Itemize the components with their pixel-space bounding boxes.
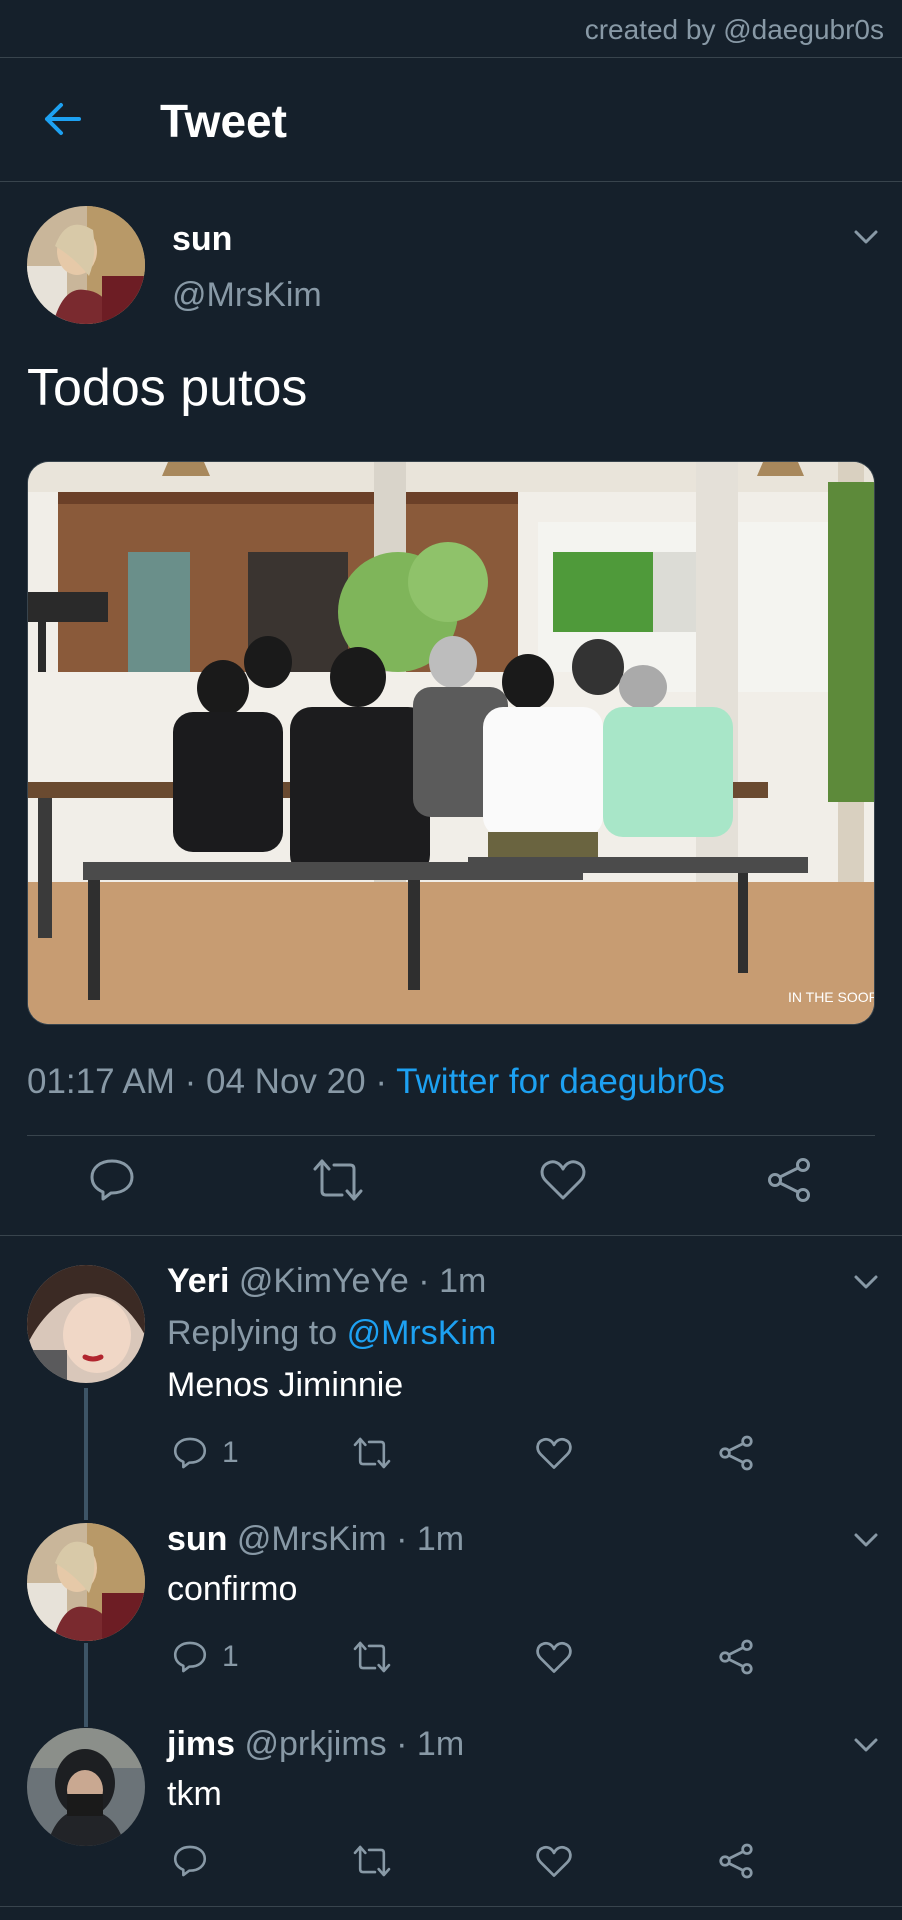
replying-to-mention[interactable]: @MrsKim [347,1314,497,1352]
reply-button[interactable] [88,1155,136,1205]
tweet-time: 01:17 AM [27,1062,175,1101]
tweet-menu-button[interactable] [848,1525,884,1555]
share-icon [719,1843,753,1879]
reply-button[interactable]: 1 [172,1632,239,1682]
tweet-meta: 01:17 AM · 04 Nov 20 · Twitter for daegu… [27,1062,725,1102]
arrow-left-icon [45,103,81,135]
reply-button[interactable]: 1 [172,1428,239,1478]
retweet-icon [353,1845,391,1877]
meta-separator: · [184,1062,197,1101]
reply-author-handle[interactable]: @MrsKim [237,1520,387,1558]
reply-count: 1 [222,1436,239,1469]
reply-actions: 1 [0,1632,902,1692]
tweet-text: Todos putos [27,359,308,417]
reply-actions [0,1836,902,1896]
divider [27,1135,875,1136]
retweet-button[interactable] [312,1155,364,1205]
heart-icon [536,1437,572,1469]
reply-age: 1m [416,1520,465,1558]
share-button[interactable] [718,1632,754,1682]
like-button[interactable] [540,1155,586,1205]
share-button[interactable] [766,1155,812,1205]
heart-icon [536,1641,572,1673]
media-watermark: IN THE SOOP [788,989,875,1005]
retweet-icon [313,1159,363,1201]
reply-header: sun @MrsKim · 1m [167,1520,464,1559]
reply-text: tkm [167,1775,222,1813]
top-bar: Tweet [0,58,902,182]
reply-text: Menos Jiminnie [167,1366,404,1404]
reply-author-name[interactable]: jims [167,1725,235,1763]
comment-icon [173,1437,207,1469]
chevron-down-icon [854,1533,878,1547]
credit-text: created by @daegubr0s [0,0,902,58]
avatar[interactable] [27,1523,145,1641]
retweet-icon [353,1641,391,1673]
retweet-button[interactable] [352,1428,392,1478]
like-button[interactable] [536,1836,572,1886]
tweet-menu-button[interactable] [848,222,884,252]
heart-icon [540,1160,586,1200]
tweet-date: 04 Nov 20 [206,1062,366,1101]
share-button[interactable] [718,1836,754,1886]
chevron-down-icon [854,1738,878,1752]
comment-icon [173,1641,207,1673]
reply-header: jims @prkjims · 1m [167,1725,464,1764]
like-button[interactable] [536,1632,572,1682]
reply-author-name[interactable]: Yeri [167,1262,229,1300]
tweet-menu-button[interactable] [848,1267,884,1297]
author-name[interactable]: sun [172,220,232,259]
share-button[interactable] [718,1428,754,1478]
retweet-button[interactable] [352,1836,392,1886]
avatar[interactable] [27,206,145,324]
reply-button[interactable] [172,1836,208,1886]
share-icon [719,1435,753,1471]
reply-count: 1 [222,1640,239,1673]
retweet-button[interactable] [352,1632,392,1682]
like-button[interactable] [536,1428,572,1478]
reply-author-handle[interactable]: @KimYeYe [239,1262,409,1300]
divider [0,1235,902,1236]
meta-separator: · [375,1062,387,1101]
comment-icon [90,1159,134,1201]
main-tweet-actions [0,1155,902,1215]
tweet-media[interactable]: IN THE SOOP [27,461,875,1025]
share-icon [719,1639,753,1675]
meta-separator: · [418,1262,430,1300]
reply-actions: 1 [0,1428,902,1488]
page-title: Tweet [160,95,287,147]
tweet-menu-button[interactable] [848,1730,884,1760]
reply-age: 1m [416,1725,465,1763]
retweet-icon [353,1437,391,1469]
comment-icon [173,1845,207,1877]
reply-author-handle[interactable]: @prkjims [245,1725,387,1763]
chevron-down-icon [854,230,878,244]
avatar[interactable] [27,1265,145,1383]
chevron-down-icon [854,1275,878,1289]
reply-age: 1m [439,1262,487,1300]
divider [0,1906,902,1907]
back-button[interactable] [38,94,88,144]
tweet-source-link[interactable]: Twitter for daegubr0s [396,1062,725,1101]
meta-separator: · [396,1520,408,1558]
reply-author-name[interactable]: sun [167,1520,227,1558]
heart-icon [536,1845,572,1877]
replying-to: Replying to @MrsKim [167,1314,496,1353]
share-icon [768,1158,810,1202]
replying-to-label: Replying to [167,1314,338,1352]
avatar[interactable] [27,1728,145,1846]
reply-header: Yeri @KimYeYe · 1m [167,1262,486,1301]
reply-text: confirmo [167,1570,298,1608]
meta-separator: · [396,1725,408,1763]
author-handle[interactable]: @MrsKim [172,276,322,315]
